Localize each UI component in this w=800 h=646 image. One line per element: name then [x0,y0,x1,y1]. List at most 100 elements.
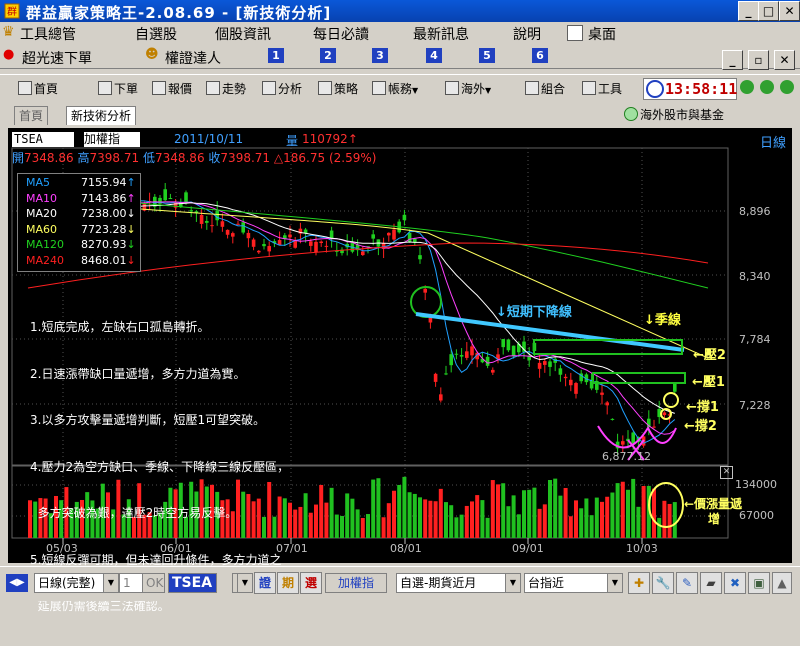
wrench-icon[interactable]: 🔧 [652,572,674,594]
volume-bar [303,493,308,538]
volume-bar [345,493,350,538]
child-minimize-button[interactable]: _ [722,50,743,70]
volume-bar [605,496,610,538]
menu-news[interactable]: 最新訊息 [413,24,469,44]
child-close-button[interactable]: ✕ [774,50,795,70]
volume-bar [480,500,485,538]
menu-daily[interactable]: 每日必讀 [313,24,369,44]
status-icon-2[interactable] [760,80,774,94]
candle-body [543,361,547,365]
candle-body [225,229,230,235]
chart-panel[interactable]: TSEA 加權指 2011/10/11 量 110792↑ 日線 開7348.8… [8,128,792,613]
warrant-link[interactable]: 權證達人 [165,48,221,68]
candle-body [246,232,251,239]
eraser-icon[interactable]: ▰ [700,572,722,594]
index-name-field: 加權指 [325,573,387,593]
volume-bar [444,502,448,538]
volume-bar [293,509,298,538]
candle-body [610,418,615,420]
tab-home[interactable]: 首頁 [14,106,49,125]
order-button[interactable]: 下單 [98,79,138,99]
clear-icon[interactable]: ✖ [724,572,746,594]
close-button[interactable]: ✕ [779,1,800,21]
volume-bar [516,514,521,538]
volume-bar [631,478,636,538]
candle-body [465,351,469,358]
combo-button[interactable]: 組合 [525,79,565,99]
ma-legend-row: MA20 7238.00↓ [26,207,136,220]
quote-button[interactable]: 報價 [152,79,192,99]
pen-icon[interactable]: ✎ [676,572,698,594]
account-button[interactable]: 帳務▼ [372,79,418,99]
panel-icon[interactable]: ▣ [748,572,770,594]
volume-bar [371,479,376,538]
status-icon-1[interactable] [740,80,754,94]
shortcut-4-button[interactable]: 4 [426,48,442,63]
options-button[interactable]: 選 [300,572,322,594]
analysis-button[interactable]: 分析 [262,79,302,99]
menu-help[interactable]: 說明 [513,24,541,44]
ok-button[interactable]: OK [142,573,165,593]
candle-body [184,192,188,202]
add-icon[interactable]: ✚ [628,572,650,594]
nav-arrows-icon[interactable]: ◀▶ [6,574,28,592]
minimize-button[interactable]: _ [738,1,759,21]
x-tick-3: 08/01 [390,542,422,555]
volume-bar [464,505,469,538]
quick-order-link[interactable]: 超光速下單 [22,48,92,68]
candle-body [314,241,318,253]
symbol-dropdown[interactable]: ▼ [232,573,253,593]
menu-stock-info[interactable]: 個股資訊 [215,24,271,44]
scroll-icon[interactable]: ▲ [772,572,792,594]
status-icon-3[interactable] [780,80,794,94]
candle-body [459,355,464,357]
shortcut-1-button[interactable]: 1 [268,48,284,63]
quick-bar: ● 超光速下單 ☻ 權證達人 1 2 3 4 5 6 _ ▫ ✕ [0,44,800,70]
menu-watchlist[interactable]: 自選股 [135,24,177,44]
shortcut-2-button[interactable]: 2 [320,48,336,63]
shortcut-6-button[interactable]: 6 [532,48,548,63]
home-button[interactable]: 首頁 [18,79,58,99]
app-icon: 群 [4,3,20,19]
warrant-icon: ☻ [145,47,159,62]
shortcut-3-button[interactable]: 3 [372,48,388,63]
symbol-box: TSEA [12,132,74,147]
child-restore-button[interactable]: ▫ [748,50,769,70]
candle-body [673,383,677,392]
security-button[interactable]: 證 [254,572,276,594]
candle-body [605,402,609,406]
watchlist-select[interactable]: 自選-期貨近月 ▼ [396,573,521,593]
volume-bar [496,484,500,538]
vol-tick-1: 67000 [739,509,774,522]
futures-button[interactable]: 期 [277,572,299,594]
x-tick-4: 09/01 [512,542,544,555]
ma60-label: ↓季線 [644,313,681,328]
menu-tools[interactable]: 工具總管 [20,24,76,44]
tools-button[interactable]: 工具 [582,79,622,99]
symbol-input[interactable]: TSEA [168,573,217,593]
chevron-down-icon: ▼ [103,574,118,592]
maximize-button[interactable]: □ [758,1,779,21]
clock-icon [646,80,664,98]
overseas-button[interactable]: 海外▼ [445,79,491,99]
candle-body [205,220,209,223]
account-icon [372,81,386,95]
tab-tech-analysis[interactable]: 新技術分析 [66,106,137,125]
volume-bar [527,489,532,538]
candle-body [418,255,422,260]
menu-desktop[interactable]: 桌面 [588,24,616,44]
resistance-1-box [592,372,686,384]
volume-bar [615,483,620,538]
shortcut-5-button[interactable]: 5 [479,48,495,63]
volume-bar [360,517,365,538]
contract-select[interactable]: 台指近 ▼ [524,573,623,593]
menu-bar: ♛ 工具總管 自選股 個股資訊 每日必讀 最新訊息 說明 桌面 [0,22,800,44]
volume-close-icon[interactable]: ✕ [720,466,733,479]
volume-bar [600,501,604,538]
strategy-button[interactable]: 策略 [318,79,358,99]
overseas-fund-link[interactable]: 海外股市與基金 [636,106,728,124]
analysis-icon [262,81,276,95]
candle-body [652,426,656,428]
period-select[interactable]: 日線(完整) ▼ [34,573,119,593]
trend-button[interactable]: 走勢 [206,79,246,99]
